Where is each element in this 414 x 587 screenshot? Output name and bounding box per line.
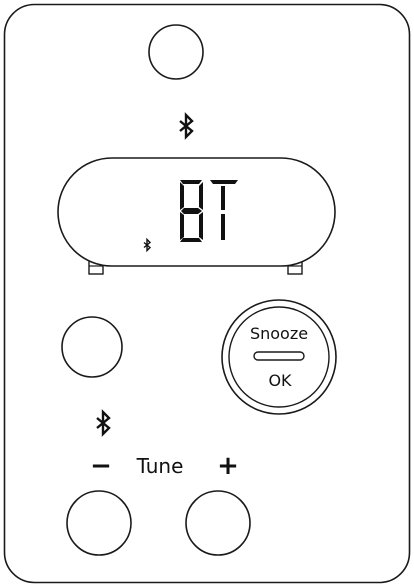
tune-label: Tune — [136, 454, 184, 478]
ok-label: OK — [268, 371, 292, 390]
snooze-ok-button[interactable]: Snooze OK — [221, 299, 337, 415]
tune-minus-button[interactable] — [66, 490, 132, 556]
bluetooth-button[interactable] — [61, 316, 123, 378]
snooze-label: Snooze — [250, 324, 308, 343]
device-panel: BT Snooze OK − Tune + — [3, 3, 411, 584]
snooze-divider — [253, 351, 305, 361]
top-button[interactable] — [148, 24, 204, 80]
tune-minus-label: − — [90, 451, 112, 481]
tune-plus-button[interactable] — [185, 490, 251, 556]
tune-plus-label: + — [217, 451, 239, 481]
